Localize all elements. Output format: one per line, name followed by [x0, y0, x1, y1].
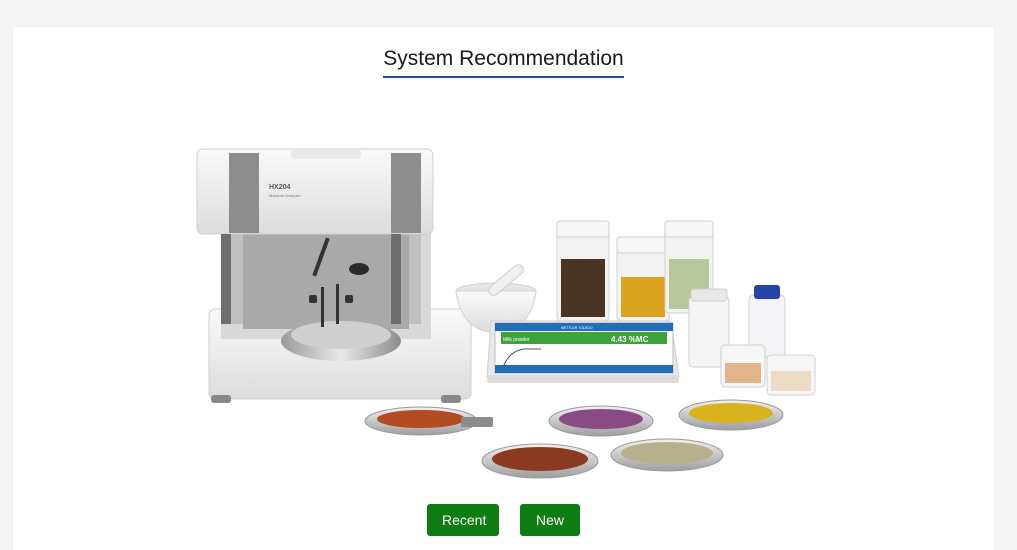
- new-button[interactable]: New: [520, 504, 580, 536]
- analyzer-subtitle-text: Moisture Analyzer: [269, 193, 301, 198]
- page-title-wrap: System Recommendation: [13, 47, 994, 78]
- page-title: System Recommendation: [383, 47, 624, 78]
- sample-dishes: [364, 399, 784, 479]
- product-illustration: HX204 Moisture Analyzer Milk powder 4.43…: [196, 148, 816, 479]
- display-reading-text: 4.43 %MC: [611, 335, 649, 344]
- analyzer-model-text: HX204: [269, 184, 291, 191]
- display-brand-text: METTLER TOLEDO: [561, 326, 593, 330]
- action-buttons: Recent New: [13, 504, 994, 536]
- terminal-display: Milk powder 4.43 %MC METTLER TOLEDO: [486, 320, 680, 383]
- recommendation-card: System Recommendation HX204 Moisture Ana…: [13, 27, 994, 550]
- recent-button[interactable]: Recent: [427, 504, 499, 536]
- display-method-text: Milk powder: [503, 337, 530, 343]
- moisture-analyzer: HX204 Moisture Analyzer: [196, 148, 472, 403]
